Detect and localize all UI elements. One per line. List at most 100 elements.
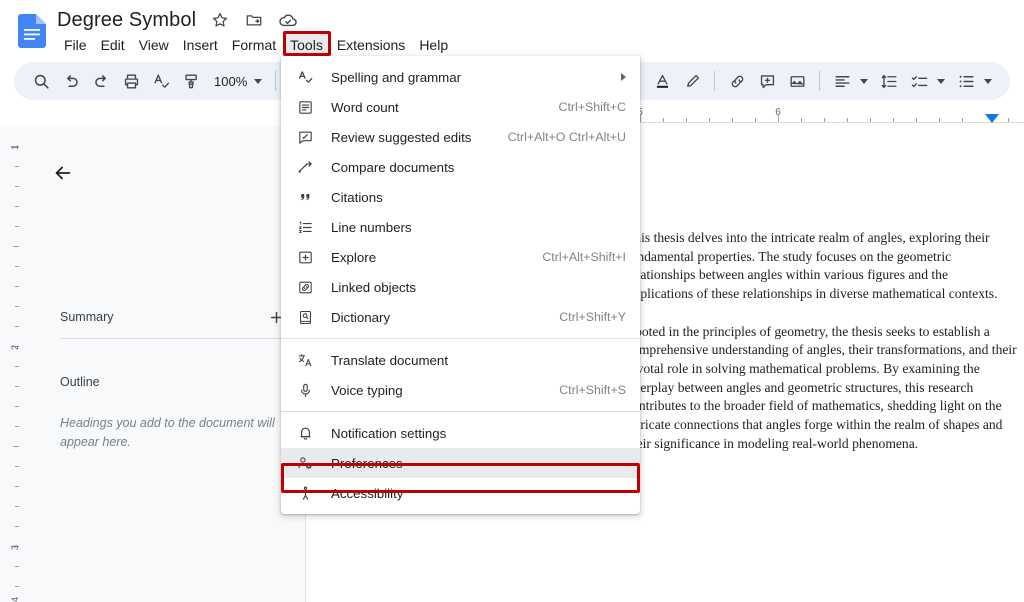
menu-tools[interactable]: Tools xyxy=(283,34,330,57)
print-icon[interactable] xyxy=(116,66,146,96)
zoom-dropdown-chevron-icon[interactable] xyxy=(254,79,262,84)
menu-extensions[interactable]: Extensions xyxy=(330,34,412,57)
document-paragraph[interactable]: Rooted in the principles of geometry, th… xyxy=(626,323,1018,454)
line-spacing-icon[interactable] xyxy=(874,66,904,96)
submenu-arrow-icon xyxy=(621,73,626,81)
menu-format[interactable]: Format xyxy=(225,34,283,57)
menu-item-label: Linked objects xyxy=(331,280,626,295)
highlight-color-icon[interactable] xyxy=(677,66,707,96)
accessibility-icon xyxy=(295,483,315,503)
vertical-ruler[interactable]: 1 2 3 4 xyxy=(0,126,22,602)
menu-bar: File Edit View Insert Format Tools Exten… xyxy=(57,34,455,57)
menu-item-label: Dictionary xyxy=(331,310,545,325)
vruler-label-1: 1 xyxy=(10,145,20,150)
menu-item-label: Review suggested edits xyxy=(331,130,494,145)
spelling-check-icon[interactable] xyxy=(146,66,176,96)
dictionary-icon xyxy=(295,307,315,327)
menu-help[interactable]: Help xyxy=(412,34,455,57)
review-edits-icon xyxy=(295,127,315,147)
menu-separator xyxy=(281,411,640,412)
toolbar-divider xyxy=(275,71,276,91)
vruler-label-3: 3 xyxy=(10,545,20,550)
back-arrow-icon[interactable] xyxy=(46,156,80,190)
menu-item-spelling-and-grammar[interactable]: Spelling and grammar xyxy=(281,62,640,92)
menu-item-shortcut: Ctrl+Alt+Shift+I xyxy=(542,250,626,264)
move-to-folder-icon[interactable] xyxy=(244,10,264,30)
menu-insert[interactable]: Insert xyxy=(176,34,225,57)
menu-item-review-suggested-edits[interactable]: Review suggested edits Ctrl+Alt+O Ctrl+A… xyxy=(281,122,640,152)
menu-item-dictionary[interactable]: Dictionary Ctrl+Shift+Y xyxy=(281,302,640,332)
bulleted-list-chevron-down-icon[interactable] xyxy=(984,79,992,84)
menu-item-explore[interactable]: Explore Ctrl+Alt+Shift+I xyxy=(281,242,640,272)
google-docs-icon[interactable] xyxy=(18,14,46,48)
explore-icon xyxy=(295,247,315,267)
menu-item-label: Notification settings xyxy=(331,426,626,441)
menu-item-label: Line numbers xyxy=(331,220,626,235)
vruler-label-4: 4 xyxy=(10,597,20,602)
document-title[interactable]: Degree Symbol xyxy=(57,7,196,33)
notification-bell-icon xyxy=(295,423,315,443)
zoom-level-value[interactable]: 100% xyxy=(206,74,251,89)
menu-item-label: Preferences xyxy=(331,456,626,471)
outline-label: Outline xyxy=(60,375,100,389)
add-comment-icon[interactable] xyxy=(752,66,782,96)
title-row: Degree Symbol xyxy=(57,7,298,33)
menu-file[interactable]: File xyxy=(57,34,94,57)
checklist-icon[interactable] xyxy=(904,66,934,96)
menu-item-label: Compare documents xyxy=(331,160,626,175)
menu-item-accessibility[interactable]: Accessibility xyxy=(281,478,640,508)
vruler-label-2: 2 xyxy=(10,345,20,350)
menu-item-line-numbers[interactable]: Line numbers xyxy=(281,212,640,242)
insert-image-icon[interactable] xyxy=(782,66,812,96)
menu-item-shortcut: Ctrl+Shift+Y xyxy=(559,310,626,324)
summary-label: Summary xyxy=(60,310,113,324)
right-indent-marker[interactable] xyxy=(985,114,999,123)
menu-item-translate-document[interactable]: Translate document xyxy=(281,345,640,375)
text-color-icon[interactable] xyxy=(647,66,677,96)
citations-icon xyxy=(295,187,315,207)
menu-item-label: Translate document xyxy=(331,353,626,368)
menu-item-shortcut: Ctrl+Alt+O Ctrl+Alt+U xyxy=(508,130,626,144)
menu-item-label: Explore xyxy=(331,250,528,265)
menu-item-compare-documents[interactable]: Compare documents xyxy=(281,152,640,182)
google-docs-window: Degree Symbol File Edit xyxy=(0,0,1024,602)
cloud-saved-icon[interactable] xyxy=(278,10,298,30)
paint-format-icon[interactable] xyxy=(176,66,206,96)
preferences-icon xyxy=(295,453,315,473)
tools-dropdown-menu[interactable]: Spelling and grammar Word count Ctrl+Shi… xyxy=(281,56,640,514)
menu-item-linked-objects[interactable]: Linked objects xyxy=(281,272,640,302)
align-chevron-down-icon[interactable] xyxy=(860,79,868,84)
document-paragraph[interactable]: This thesis delves into the intricate re… xyxy=(626,229,1018,304)
search-icon[interactable] xyxy=(26,66,56,96)
menu-item-label: Word count xyxy=(331,100,545,115)
toolbar-divider-2 xyxy=(714,71,715,91)
menu-item-preferences[interactable]: Preferences xyxy=(281,448,640,478)
redo-icon[interactable] xyxy=(86,66,116,96)
menu-view[interactable]: View xyxy=(132,34,176,57)
menu-item-notification-settings[interactable]: Notification settings xyxy=(281,418,640,448)
top-bar: Degree Symbol File Edit xyxy=(0,0,1024,58)
menu-item-citations[interactable]: Citations xyxy=(281,182,640,212)
menu-item-voice-typing[interactable]: Voice typing Ctrl+Shift+S xyxy=(281,375,640,405)
outline-sidebar: Summary Outline Headings you add to the … xyxy=(22,126,305,602)
checklist-chevron-down-icon[interactable] xyxy=(937,79,945,84)
align-icon[interactable] xyxy=(827,66,857,96)
linked-objects-icon xyxy=(295,277,315,297)
ruler-label-6: 6 xyxy=(775,107,781,118)
translate-icon xyxy=(295,350,315,370)
star-icon[interactable] xyxy=(210,10,230,30)
insert-link-icon[interactable] xyxy=(722,66,752,96)
spellcheck-icon xyxy=(295,67,315,87)
line-numbers-icon xyxy=(295,217,315,237)
menu-item-label: Accessibility xyxy=(331,486,626,501)
toolbar-divider-3 xyxy=(819,71,820,91)
menu-item-label: Spelling and grammar xyxy=(331,70,611,85)
voice-typing-icon xyxy=(295,380,315,400)
undo-icon[interactable] xyxy=(56,66,86,96)
menu-item-word-count[interactable]: Word count Ctrl+Shift+C xyxy=(281,92,640,122)
menu-edit[interactable]: Edit xyxy=(94,34,132,57)
bulleted-list-icon[interactable] xyxy=(951,66,981,96)
compare-documents-icon xyxy=(295,157,315,177)
menu-item-label: Citations xyxy=(331,190,626,205)
document-text-body[interactable]: This thesis delves into the intricate re… xyxy=(626,229,1018,453)
